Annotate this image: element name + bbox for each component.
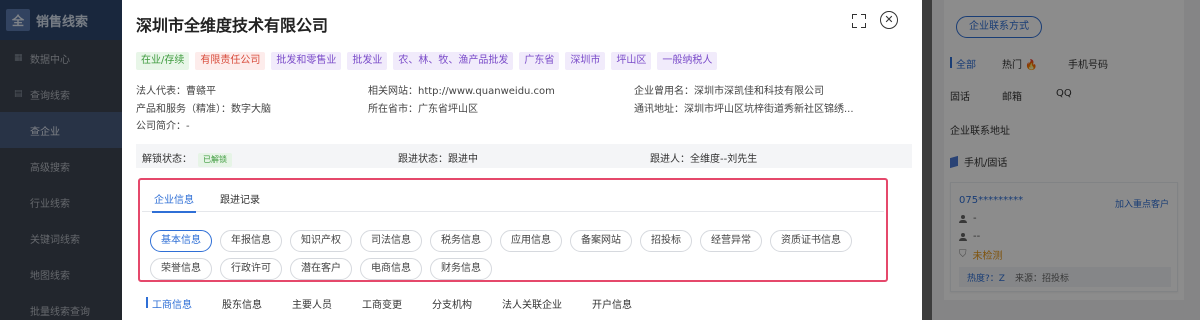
pill-judicial[interactable]: 司法信息 [360, 230, 422, 252]
pill-annual-report[interactable]: 年报信息 [220, 230, 282, 252]
address: 通讯地址：深圳市坪山区坑梓街道秀新社区锦绣... [634, 104, 854, 115]
business-sub-tabs: 工商信息 股东信息 主要人员 工商变更 分支机构 法人关联企业 开户信息 [146, 296, 662, 311]
info-category-pills: 基本信息 年报信息 知识产权 司法信息 税务信息 应用信息 备案网站 招投标 经… [150, 230, 882, 280]
status-bar: 解锁状态： 已解锁 跟进状态：跟进中 跟进人：全维度--刘先生 [136, 144, 912, 168]
tag-region: 深圳市 [565, 52, 606, 70]
former-name: 企业曾用名：深圳市深凯佳和科技有限公司 [634, 86, 824, 97]
province: 所在省市：广东省坪山区 [368, 104, 478, 115]
fullscreen-icon[interactable] [852, 14, 866, 28]
website[interactable]: 相关网站：http://www.quanweidu.com [368, 82, 555, 97]
tag-region: 广东省 [519, 52, 560, 70]
subtab-changes[interactable]: 工商变更 [362, 296, 402, 311]
unlocked-badge: 已解锁 [198, 153, 232, 167]
tag-status: 在业/存续 [136, 52, 190, 70]
tab-follow-records[interactable]: 跟进记录 [220, 191, 260, 206]
highlighted-info-section: 企业信息 跟进记录 基本信息 年报信息 知识产权 司法信息 税务信息 应用信息 … [138, 178, 888, 282]
intro: 公司简介：- [136, 121, 190, 132]
company-tags: 在业/存续 有限责任公司 批发和零售业 批发业 农、林、牧、渔产品批发 广东省 … [136, 52, 718, 70]
tag-industry: 农、林、牧、渔产品批发 [393, 52, 514, 70]
pill-abnormal[interactable]: 经营异常 [700, 230, 762, 252]
close-icon[interactable]: ✕ [880, 11, 898, 29]
tag-industry: 批发和零售业 [271, 52, 342, 70]
tab-company-info[interactable]: 企业信息 [152, 191, 196, 213]
subtab-related-companies[interactable]: 法人关联企业 [502, 296, 562, 311]
unlock-status: 解锁状态： 已解锁 [142, 150, 232, 167]
company-detail-modal: 深圳市全维度技术有限公司 ✕ 在业/存续 有限责任公司 批发和零售业 批发业 农… [122, 0, 922, 320]
pill-certificates[interactable]: 资质证书信息 [770, 230, 852, 252]
subtab-key-personnel[interactable]: 主要人员 [292, 296, 332, 311]
subtab-business-registration[interactable]: 工商信息 [146, 296, 192, 311]
subtab-bank-accounts[interactable]: 开户信息 [592, 296, 632, 311]
pill-tax[interactable]: 税务信息 [430, 230, 492, 252]
company-title: 深圳市全维度技术有限公司 [136, 16, 329, 35]
subtab-branches[interactable]: 分支机构 [432, 296, 472, 311]
pill-honors[interactable]: 荣誉信息 [150, 258, 212, 280]
pill-finance[interactable]: 财务信息 [430, 258, 492, 280]
tag-taxpayer: 一般纳税人 [657, 52, 718, 70]
products: 产品和服务（精准）：数字大脑 [136, 104, 271, 115]
subtab-shareholders[interactable]: 股东信息 [222, 296, 262, 311]
pill-licenses[interactable]: 行政许可 [220, 258, 282, 280]
legal-rep: 法人代表：曹赣平 [136, 86, 216, 97]
tag-region: 坪山区 [611, 52, 652, 70]
follow-status: 跟进状态：跟进中 [398, 154, 478, 165]
pill-apps[interactable]: 应用信息 [500, 230, 562, 252]
tag-industry: 批发业 [347, 52, 388, 70]
pill-icp-sites[interactable]: 备案网站 [570, 230, 632, 252]
pill-ip[interactable]: 知识产权 [290, 230, 352, 252]
tag-company-type: 有限责任公司 [195, 52, 266, 70]
pill-bidding[interactable]: 招投标 [640, 230, 692, 252]
pill-basic-info[interactable]: 基本信息 [150, 230, 212, 252]
pill-ecommerce[interactable]: 电商信息 [360, 258, 422, 280]
info-tabs: 企业信息 跟进记录 [142, 182, 884, 213]
pill-potential-customers[interactable]: 潜在客户 [290, 258, 352, 280]
follower: 跟进人：全维度--刘先生 [650, 154, 758, 165]
